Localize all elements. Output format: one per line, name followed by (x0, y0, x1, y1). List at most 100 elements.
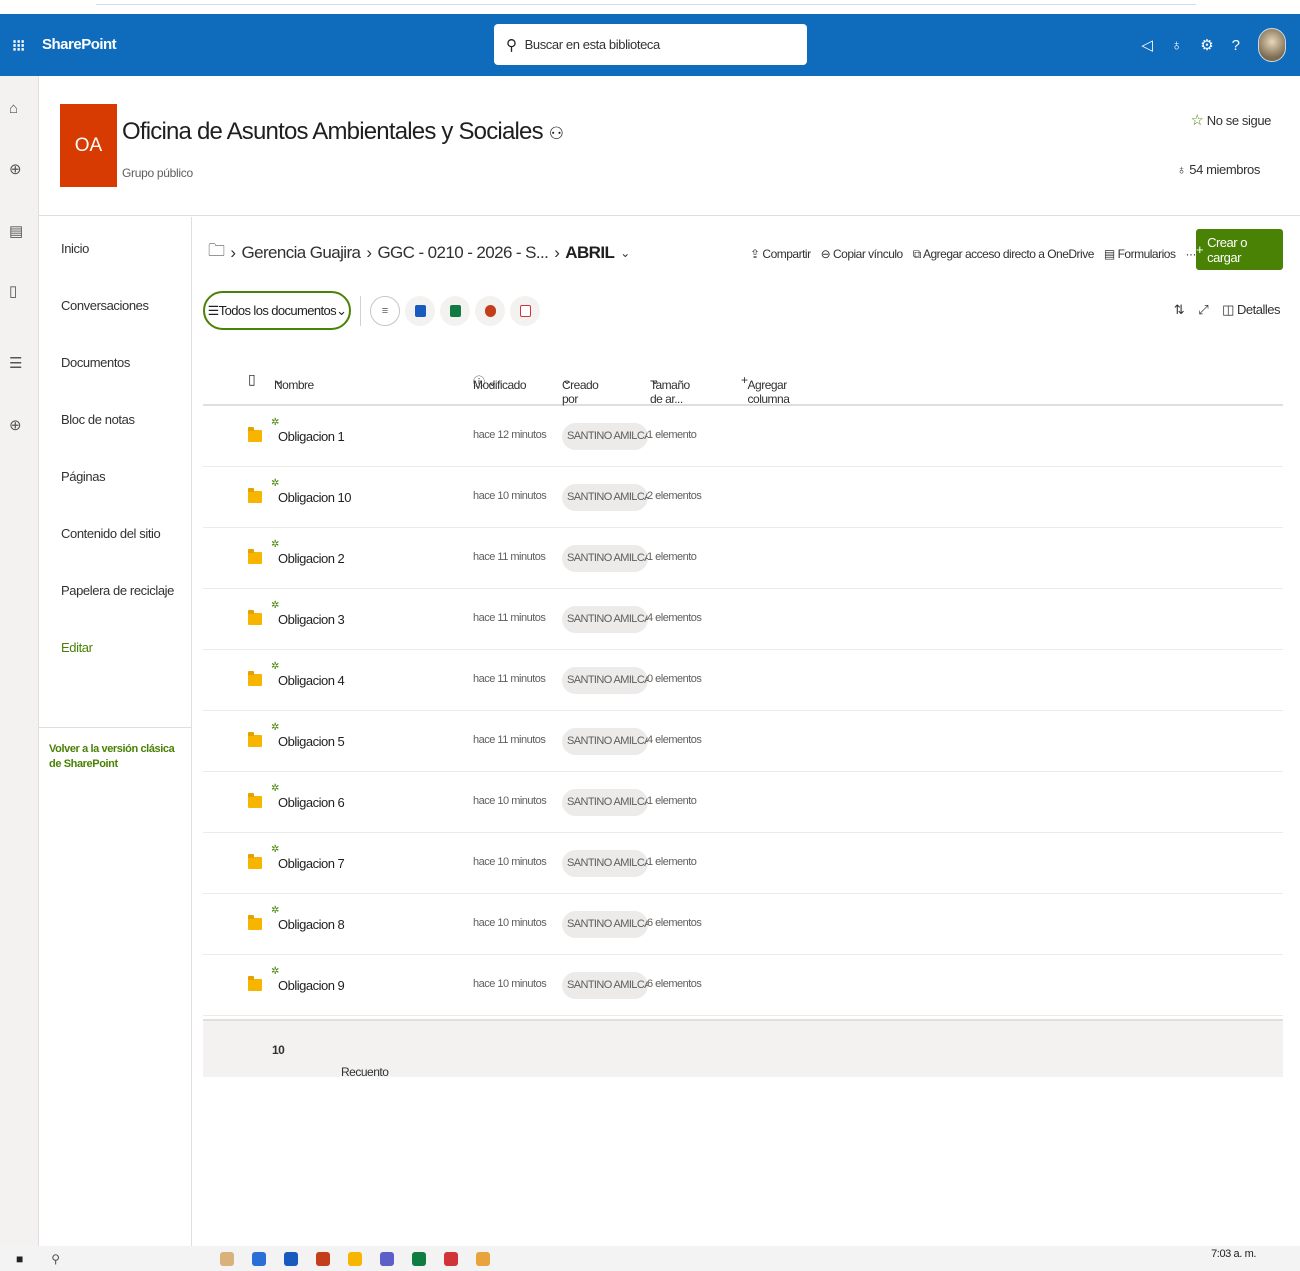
table-row[interactable]: ✲ Obligacion 4 hace 11 minutos SANTINO AMIL… (203, 650, 1283, 711)
folder-name-link[interactable]: Obligacion 2 (278, 551, 345, 566)
new-item-icon: ✲ (271, 783, 280, 794)
nav-item-conversaciones[interactable]: Conversaciones (61, 298, 149, 313)
sharepoint-brand-link[interactable]: SharePoint (42, 36, 117, 53)
globe-icon[interactable]: ⊕ (9, 160, 22, 178)
add-shortcut-command[interactable]: ⧉ Agregar acceso directo a OneDrive (913, 247, 1095, 262)
expand-icon[interactable]: ⤢ (1198, 302, 1208, 318)
nav-item-paginas[interactable]: Páginas (61, 469, 106, 484)
table-row[interactable]: ✲ Obligacion 10 hace 10 minutos SANTINO AMI… (203, 467, 1283, 528)
nav-item-contenido-del-sitio[interactable]: Contenido del sitio (61, 526, 161, 541)
column-header-created-by[interactable]: Creado por ⌄ (562, 373, 599, 406)
table-row[interactable]: ✲ Obligacion 5 hace 11 minutos SANTINO AMIL… (203, 711, 1283, 772)
nav-item-documentos[interactable]: Documentos (61, 355, 130, 370)
folder-name-link[interactable]: Obligacion 4 (278, 673, 345, 688)
column-size-label: Tamaño de ar... (650, 378, 690, 406)
created-by-pill[interactable]: SANTINO AMILCAR F (562, 667, 648, 694)
add-column-button[interactable]: + Agregar columna (741, 373, 790, 406)
powerpoint-icon[interactable] (316, 1252, 330, 1266)
copy-link-command[interactable]: ⊖ Copiar vínculo (821, 247, 904, 261)
members-button[interactable]: ♁ 54 miembros (1177, 162, 1261, 177)
site-logo[interactable]: OA (60, 104, 117, 187)
start-icon[interactable]: ■ (16, 1252, 23, 1266)
folder-name-link[interactable]: Obligacion 8 (278, 917, 345, 932)
folder-name-link[interactable]: Obligacion 7 (278, 856, 345, 871)
nav-edit-link[interactable]: Editar (61, 640, 93, 655)
site-title[interactable]: Oficina de Asuntos Ambientales y Sociale… (122, 118, 564, 146)
news-icon[interactable]: ▤ (9, 222, 23, 240)
nav-item-inicio[interactable]: Inicio (61, 241, 89, 256)
create-icon[interactable]: ⊕ (9, 416, 22, 434)
explorer-icon[interactable] (252, 1252, 266, 1266)
nav-item-papelera[interactable]: Papelera de reciclaje (61, 583, 174, 598)
app-launcher-icon[interactable]: ⁝⁝⁝ (12, 36, 25, 56)
column-header-modified[interactable]: Modificado ⓘ ⌄ (473, 373, 527, 392)
chevron-down-icon[interactable]: ⌄ (620, 246, 630, 260)
table-row[interactable]: ✲ Obligacion 8 hace 10 minutos SANTINO AMIL… (203, 894, 1283, 955)
created-by-pill[interactable]: SANTINO AMILCAR F (562, 728, 648, 755)
excel-filter-button[interactable] (440, 296, 470, 326)
share-command[interactable]: ⇪ Compartir (750, 247, 811, 261)
home-icon[interactable]: ⌂ (9, 100, 18, 117)
details-button[interactable]: ◫ Detalles (1222, 302, 1280, 318)
taskbar-clock[interactable]: 7:03 a. m. (1211, 1248, 1256, 1260)
column-header-size[interactable]: Tamaño de ar... ⌄ (650, 373, 690, 406)
table-row[interactable]: ✲ Obligacion 3 hace 11 minutos SANTINO AMIL… (203, 589, 1283, 650)
word-icon[interactable] (284, 1252, 298, 1266)
powerpoint-filter-button[interactable] (475, 296, 505, 326)
search-box[interactable]: ⚲ Buscar en esta biblioteca (494, 24, 807, 65)
created-by-pill[interactable]: SANTINO AMILCAR F (562, 423, 648, 450)
taskbar-search-icon[interactable]: ⚲ (51, 1252, 60, 1266)
table-row[interactable]: ✲ Obligacion 2 hace 11 minutos SANTINO AMIL… (203, 528, 1283, 589)
created-by-pill[interactable]: SANTINO AMILCAR F (562, 911, 648, 938)
folder-icon[interactable] (348, 1252, 362, 1266)
folder-name-link[interactable]: Obligacion 1 (278, 429, 345, 444)
create-or-upload-button[interactable]: + Crear o cargar (1196, 229, 1283, 270)
table-row[interactable]: ✲ Obligacion 6 hace 10 minutos SANTINO AMIL… (203, 772, 1283, 833)
table-row[interactable]: ✲ Obligacion 1 hace 12 minutos SANTINO AMIL… (203, 406, 1283, 467)
sort-options-icon[interactable]: ⇅ (1174, 302, 1185, 318)
classic-version-link[interactable]: Volver a la versión clásica de SharePoin… (49, 742, 179, 772)
widget-icon[interactable] (220, 1252, 234, 1266)
forms-command[interactable]: ▤ Formularios (1104, 247, 1176, 261)
created-by-pill[interactable]: SANTINO AMILCAR F (562, 545, 648, 572)
lists-icon[interactable]: ☰ (9, 354, 22, 372)
created-by-pill[interactable]: SANTINO AMILCAR F (562, 972, 648, 999)
excel-icon[interactable] (412, 1252, 426, 1266)
created-by-pill[interactable]: SANTINO AMILCAR F (562, 606, 648, 633)
settings-icon[interactable]: ⚙ (1200, 36, 1213, 54)
nav-item-bloc-de-notas[interactable]: Bloc de notas (61, 412, 135, 427)
browser-icon[interactable] (476, 1252, 490, 1266)
help-icon[interactable]: ? (1232, 37, 1240, 54)
folder-outline-icon[interactable]: 🗀 (208, 238, 225, 267)
word-filter-button[interactable] (405, 296, 435, 326)
pdf-icon[interactable] (444, 1252, 458, 1266)
file-type-icon[interactable]: ▯ (248, 371, 256, 388)
app-bar: ⌂ ⊕ ▤ ▯ ☰ ⊕ (0, 76, 39, 1246)
table-row[interactable]: ✲ Obligacion 9 hace 10 minutos SANTINO AMIL… (203, 955, 1283, 1016)
follow-button[interactable]: ☆ No se sigue (1190, 111, 1271, 129)
nav-divider (39, 727, 192, 728)
breadcrumb-item[interactable]: Gerencia Guajira (241, 243, 361, 263)
folder-name-link[interactable]: Obligacion 10 (278, 490, 352, 505)
breadcrumb-item[interactable]: GGC - 0210 - 2026 - S... (377, 243, 548, 263)
folder-name-link[interactable]: Obligacion 6 (278, 795, 345, 810)
column-header-name[interactable]: Nombre ⌄ (274, 373, 314, 392)
breadcrumb-current[interactable]: ABRIL (565, 243, 615, 263)
created-by-pill[interactable]: SANTINO AMILCAR F (562, 850, 648, 877)
share-icon[interactable]: ♁ (1171, 37, 1182, 54)
file-icon[interactable]: ▯ (9, 282, 17, 300)
avatar[interactable] (1258, 28, 1286, 62)
new-item-icon: ✲ (271, 661, 280, 672)
megaphone-icon[interactable]: ◁ (1141, 36, 1153, 54)
view-selector[interactable]: ☰ Todos los documentos ⌄ (203, 291, 351, 330)
created-by-pill[interactable]: SANTINO AMILCAR F (562, 789, 648, 816)
folder-name-link[interactable]: Obligacion 9 (278, 978, 345, 993)
filter-button[interactable]: ≡ (370, 296, 400, 326)
pdf-filter-button[interactable] (510, 296, 540, 326)
teams-icon[interactable] (380, 1252, 394, 1266)
folder-name-link[interactable]: Obligacion 3 (278, 612, 345, 627)
folder-name-link[interactable]: Obligacion 5 (278, 734, 345, 749)
table-row[interactable]: ✲ Obligacion 7 hace 10 minutos SANTINO AMIL… (203, 833, 1283, 894)
more-commands-button[interactable]: ··· (1185, 247, 1196, 261)
created-by-pill[interactable]: SANTINO AMILCAR F (562, 484, 648, 511)
